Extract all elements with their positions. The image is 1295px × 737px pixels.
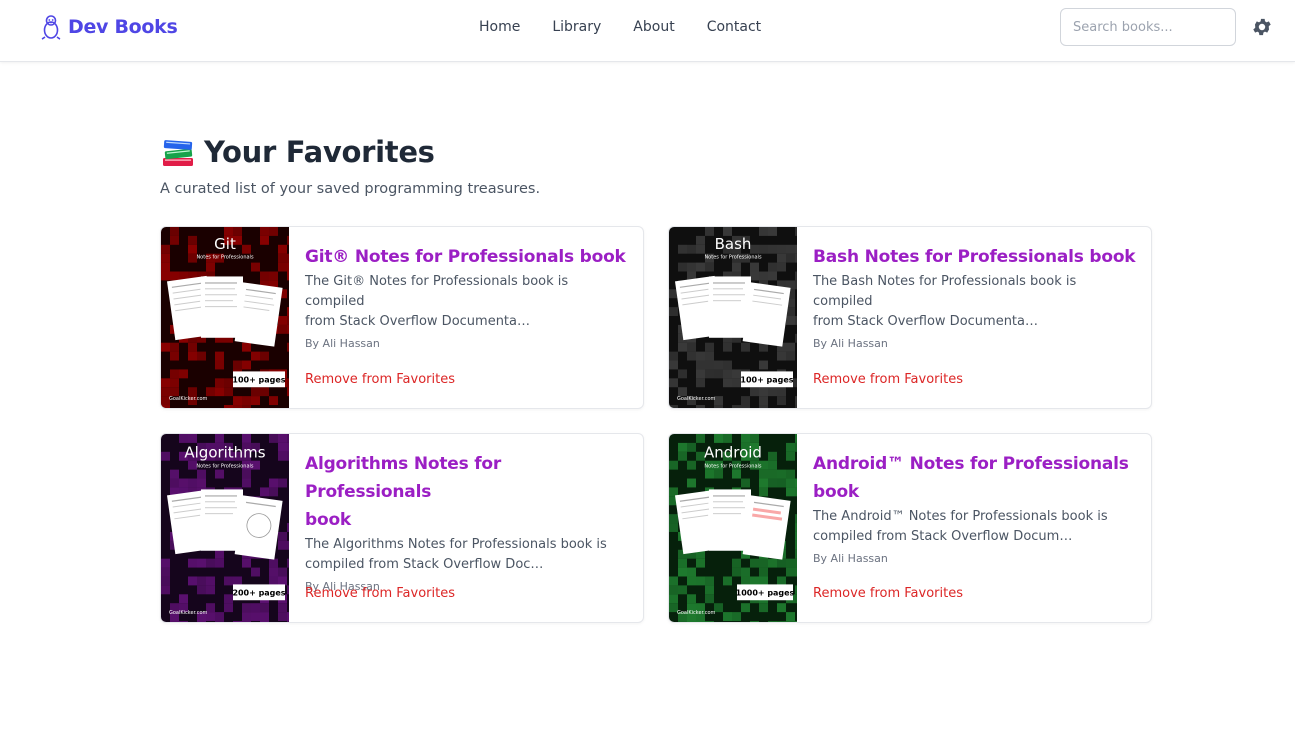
cover-subtitle: Notes for Professionals: [196, 255, 254, 261]
page-title: Your Favorites: [160, 134, 435, 170]
search-input[interactable]: [1060, 8, 1236, 46]
cover-name: Android: [704, 444, 762, 462]
cover-footer: GoalKicker.com: [677, 396, 716, 402]
cover-name: Bash: [715, 235, 752, 253]
book-title[interactable]: Bash Notes for Professionals book: [813, 243, 1137, 271]
penguin-icon: [41, 15, 61, 40]
brand-logo[interactable]: Dev Books: [40, 14, 178, 40]
book-card-body: Algorithms Notes for Professionals book …: [305, 434, 629, 593]
book-title-line[interactable]: book: [813, 478, 1137, 506]
book-title[interactable]: Android™ Notes for Professionals book: [813, 450, 1137, 506]
top-navbar: Dev Books Home Library About Contact: [0, 0, 1295, 62]
gear-icon[interactable]: [1251, 16, 1273, 38]
book-card-body: Android™ Notes for Professionals book Th…: [813, 434, 1137, 565]
book-author: By Ali Hassan: [813, 552, 888, 565]
book-cover[interactable]: Git Notes for Professionals 100+ pages G…: [161, 227, 289, 408]
page-heading: Your Favorites: [204, 135, 435, 169]
remove-from-favorites-link[interactable]: Remove from Favorites: [813, 586, 963, 601]
cover-pages: 1000+ pages: [736, 588, 795, 597]
book-card-body: Bash Notes for Professionals book The Ba…: [813, 227, 1137, 350]
cover-subtitle: Notes for Professionals: [704, 464, 762, 470]
cover-pages: 100+ pages: [740, 375, 793, 384]
book-description: The Android™ Notes for Professionals boo…: [813, 507, 1137, 547]
book-description: The Bash Notes for Professionals book is…: [813, 272, 1137, 332]
book-description-line: The Git® Notes for Professionals book is…: [305, 274, 569, 309]
book-cover[interactable]: Algorithms Notes for Professionals 200+ …: [161, 434, 289, 622]
remove-from-favorites-link[interactable]: Remove from Favorites: [305, 586, 455, 601]
book-description-line: compiled from Stack Overflow Docum…: [813, 529, 1073, 544]
cover-footer: GoalKicker.com: [677, 610, 716, 616]
book-title[interactable]: Git® Notes for Professionals book: [305, 243, 629, 271]
cover-subtitle: Notes for Professionals: [704, 255, 762, 261]
cover-subtitle: Notes for Professionals: [196, 464, 254, 470]
nav-library[interactable]: Library: [552, 18, 601, 36]
cover-pages: 200+ pages: [232, 588, 285, 597]
remove-from-favorites-link[interactable]: Remove from Favorites: [813, 372, 963, 387]
book-card: Git Notes for Professionals 100+ pages G…: [160, 226, 644, 409]
book-card-body: Git® Notes for Professionals book The Gi…: [305, 227, 629, 350]
book-author: By Ali Hassan: [813, 337, 888, 350]
book-description-line: compiled from Stack Overflow Doc…: [305, 557, 544, 572]
book-cover[interactable]: Android Notes for Professionals 1000+ pa…: [669, 434, 797, 622]
page-subtitle: A curated list of your saved programming…: [160, 181, 541, 197]
cover-name: Algorithms: [184, 444, 265, 462]
book-title-line[interactable]: Android™ Notes for Professionals: [813, 450, 1137, 478]
book-description: The Git® Notes for Professionals book is…: [305, 272, 629, 332]
nav-about[interactable]: About: [633, 18, 674, 36]
nav-contact[interactable]: Contact: [707, 18, 761, 36]
cover-footer: GoalKicker.com: [169, 396, 208, 402]
book-description-line: The Bash Notes for Professionals book is…: [813, 274, 1077, 309]
book-card: Algorithms Notes for Professionals 200+ …: [160, 433, 644, 623]
book-description-line: from Stack Overflow Documenta…: [305, 314, 530, 329]
cover-name: Git: [214, 235, 236, 253]
book-description: The Algorithms Notes for Professionals b…: [305, 535, 629, 575]
books-icon: [163, 140, 193, 166]
book-card: Bash Notes for Professionals 100+ pages …: [668, 226, 1152, 409]
remove-from-favorites-link[interactable]: Remove from Favorites: [305, 372, 455, 387]
brand-name[interactable]: Dev Books: [68, 16, 178, 38]
book-title[interactable]: Algorithms Notes for Professionals book: [305, 450, 629, 534]
cover-pages: 100+ pages: [232, 375, 285, 384]
book-title-line[interactable]: book: [305, 506, 629, 534]
book-author: By Ali Hassan: [305, 337, 380, 350]
book-description-line: The Algorithms Notes for Professionals b…: [305, 537, 607, 552]
book-description-line: The Android™ Notes for Professionals boo…: [813, 509, 1108, 524]
book-card: Android Notes for Professionals 1000+ pa…: [668, 433, 1152, 623]
main-nav: Home Library About Contact: [479, 18, 761, 36]
book-title-line[interactable]: Algorithms Notes for Professionals: [305, 450, 629, 506]
cover-footer: GoalKicker.com: [169, 610, 208, 616]
book-description-line: from Stack Overflow Documenta…: [813, 314, 1038, 329]
nav-home[interactable]: Home: [479, 18, 520, 36]
book-cover[interactable]: Bash Notes for Professionals 100+ pages …: [669, 227, 797, 408]
